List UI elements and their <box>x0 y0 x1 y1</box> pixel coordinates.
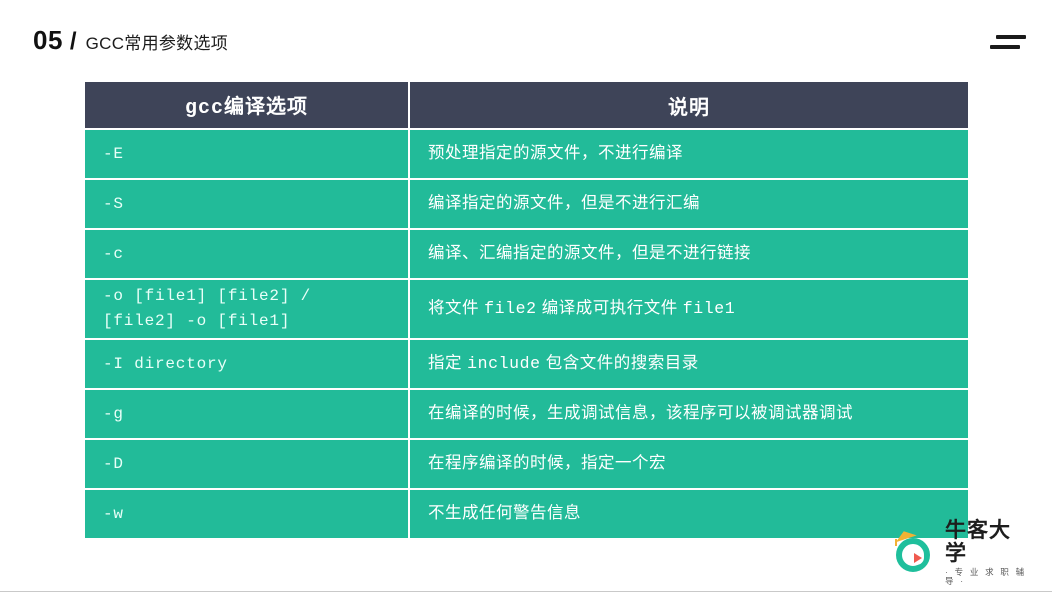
table-row: -w 不生成任何警告信息 <box>85 488 968 538</box>
table-row: -S 编译指定的源文件，但是不进行汇编 <box>85 178 968 229</box>
description-part: 包含文件的搜索目录 <box>540 354 699 373</box>
cell-description: 在编译的时候，生成调试信息，该程序可以被调试器调试 <box>409 388 968 439</box>
menu-bar-top <box>996 35 1026 39</box>
column-header-option-label: gcc编译选项 <box>184 97 308 120</box>
description-text: 指定 include 包含文件的搜索目录 <box>428 354 699 374</box>
cell-description: 编译、汇编指定的源文件，但是不进行链接 <box>409 228 968 279</box>
cap-tassel-shape <box>895 539 897 546</box>
table-row: -g 在编译的时候，生成调试信息，该程序可以被调试器调试 <box>85 388 968 439</box>
cell-option: -g <box>85 388 410 439</box>
cell-description: 在程序编译的时候，指定一个宏 <box>409 438 968 489</box>
description-text: 编译、汇编指定的源文件，但是不进行链接 <box>428 244 751 263</box>
gcc-options-table: gcc编译选项 说明 -E 预处理指定的源文件，不进行编译 -S 编译指定的源文… <box>85 82 968 538</box>
cell-description: 不生成任何警告信息 <box>409 488 968 538</box>
brand-logo: 牛客大学 · 专 业 求 职 辅 导 · <box>893 519 1028 585</box>
option-text: -I directory <box>103 354 228 373</box>
column-header-description: 说明 <box>409 82 968 129</box>
option-text: -w <box>103 504 124 523</box>
description-part: 编译成可执行文件 <box>536 299 683 318</box>
cell-description: 编译指定的源文件，但是不进行汇编 <box>409 178 968 229</box>
description-text: 将文件 file2 编译成可执行文件 file1 <box>428 299 736 319</box>
cell-option: -S <box>85 178 410 229</box>
table-row: -E 预处理指定的源文件，不进行编译 <box>85 128 968 179</box>
cell-option: -w <box>85 488 410 538</box>
option-text: -c <box>103 244 124 263</box>
hamburger-menu-icon[interactable] <box>990 33 1026 51</box>
page-title: GCC常用参数选项 <box>85 34 229 53</box>
header-separator: / <box>69 28 77 55</box>
menu-bar-bottom <box>990 45 1020 49</box>
play-icon <box>914 553 922 563</box>
description-mono-part: file2 <box>484 299 537 319</box>
description-text: 在程序编译的时候，指定一个宏 <box>428 454 666 473</box>
description-text: 预处理指定的源文件，不进行编译 <box>428 144 683 163</box>
option-text: -g <box>103 404 124 423</box>
option-text: -D <box>103 454 124 473</box>
description-text: 在编译的时候，生成调试信息，该程序可以被调试器调试 <box>428 404 853 423</box>
cell-option: -o [file1] [file2] / [file2] -o [file1] <box>85 278 410 339</box>
page-header: 05 / GCC常用参数选项 <box>33 27 228 61</box>
cell-option: -E <box>85 128 410 179</box>
cell-option: -I directory <box>85 338 410 389</box>
table-row: -c 编译、汇编指定的源文件，但是不进行链接 <box>85 228 968 279</box>
page-number: 05 <box>33 25 63 55</box>
table-row: -D 在程序编译的时候，指定一个宏 <box>85 438 968 489</box>
cell-description: 将文件 file2 编译成可执行文件 file1 <box>409 278 968 339</box>
description-part: 将文件 <box>428 299 485 318</box>
option-text: -o [file1] [file2] / [file2] -o [file1] <box>103 287 312 330</box>
niuke-logo-icon <box>893 527 939 575</box>
brand-tagline: · 专 业 求 职 辅 导 · <box>945 567 1027 586</box>
description-part: 指定 <box>428 354 468 373</box>
cell-option: -D <box>85 438 410 489</box>
cell-description: 指定 include 包含文件的搜索目录 <box>409 338 968 389</box>
cell-description: 预处理指定的源文件，不进行编译 <box>409 128 968 179</box>
cell-option: -c <box>85 228 410 279</box>
slide: 05 / GCC常用参数选项 gcc编译选项 说明 -E 预处理指定的源文件，不… <box>0 0 1052 592</box>
table-header-row: gcc编译选项 说明 <box>85 82 968 129</box>
option-text: -E <box>103 144 124 163</box>
option-text: -S <box>103 194 124 213</box>
description-mono-part: file1 <box>682 299 736 319</box>
brand-name: 牛客大学 <box>945 518 1011 565</box>
description-mono-part: include <box>467 354 541 374</box>
column-header-option: gcc编译选项 <box>85 82 410 129</box>
table-row: -o [file1] [file2] / [file2] -o [file1] … <box>85 278 968 339</box>
table-row: -I directory 指定 include 包含文件的搜索目录 <box>85 338 968 389</box>
brand-text: 牛客大学 · 专 业 求 职 辅 导 · <box>945 519 1028 585</box>
description-text: 编译指定的源文件，但是不进行汇编 <box>428 194 700 213</box>
description-text: 不生成任何警告信息 <box>428 504 581 523</box>
